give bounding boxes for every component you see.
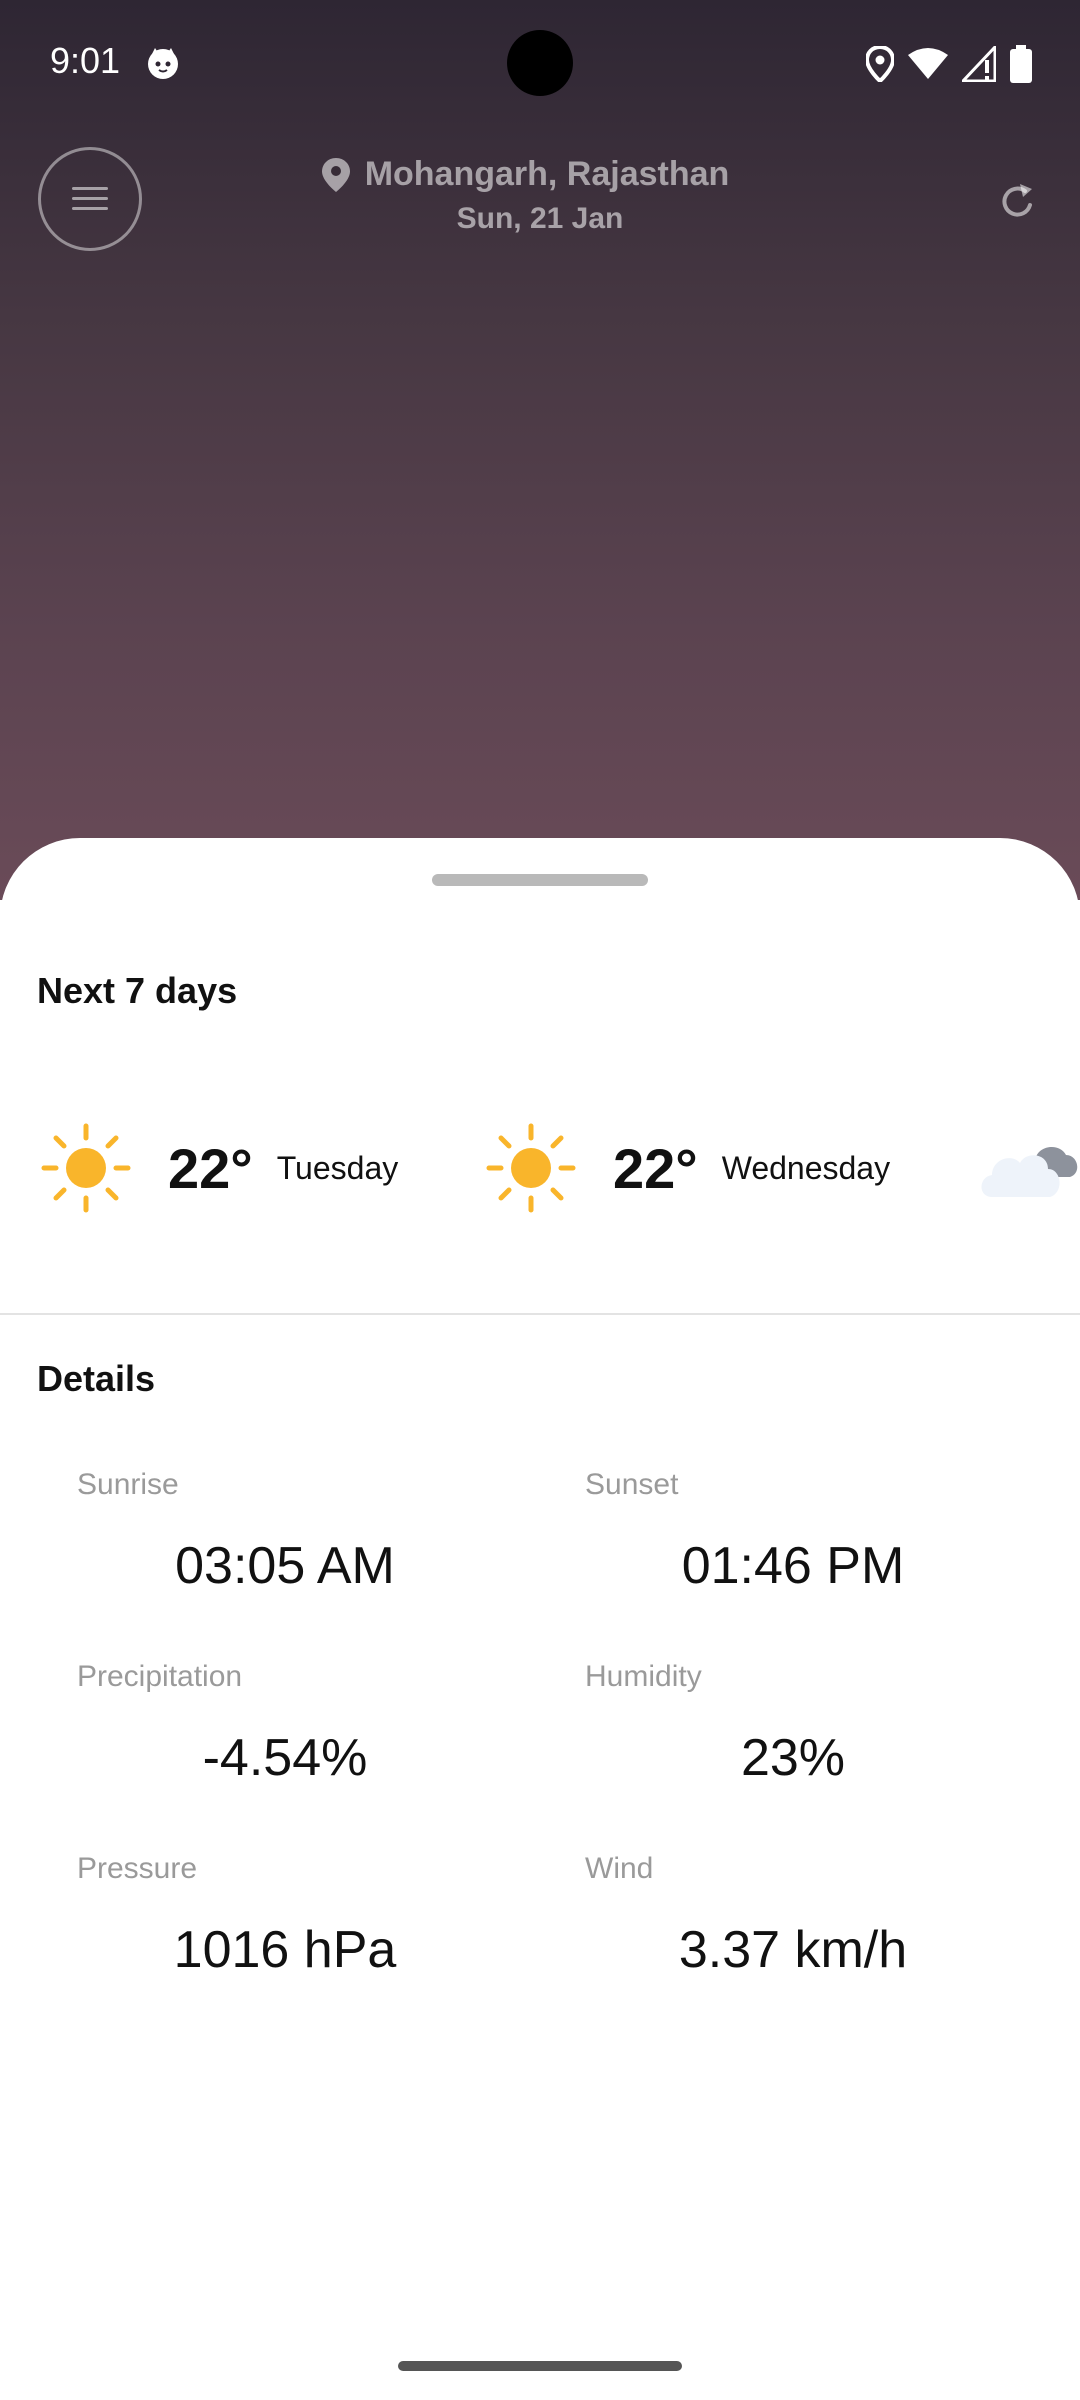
forecast-temp: 22°: [168, 1136, 253, 1200]
precipitation-label: Precipitation: [77, 1660, 243, 1693]
cat-face-icon: [148, 48, 178, 79]
humidity-value: 23%: [740, 1729, 846, 1787]
forecast-day-item[interactable]: 22° Wednesday: [485, 1108, 890, 1228]
forecast-day-name: Tuesday: [276, 1149, 399, 1186]
sunset-value: 01:46 PM: [681, 1537, 905, 1595]
location-header[interactable]: Mohangarh, Rajasthan: [0, 155, 1080, 194]
status-time: 9:01: [50, 40, 121, 81]
precipitation-value: -4.54%: [202, 1729, 368, 1787]
location-name: Mohangarh, Rajasthan: [364, 155, 730, 193]
forecast-list[interactable]: 22° Tuesday 22° Wednesday: [0, 1108, 1080, 1228]
status-icons: [866, 44, 1032, 84]
forecast-day-item[interactable]: 22° Tuesday: [40, 1108, 398, 1228]
camera-cutout: [507, 30, 573, 96]
forecast-day-item[interactable]: [978, 1108, 1080, 1228]
forecast-temp: 22°: [613, 1136, 698, 1200]
location-icon: [866, 46, 894, 82]
sunset-label: Sunset: [585, 1468, 679, 1501]
sun-icon: [486, 1123, 576, 1213]
home-indicator[interactable]: [398, 2361, 682, 2371]
wind-value: 3.37 km/h: [678, 1921, 908, 1979]
forecast-title: Next 7 days: [37, 970, 238, 1011]
drag-handle[interactable]: [432, 874, 648, 886]
wifi-icon: [908, 48, 948, 79]
pressure-label: Pressure: [77, 1852, 198, 1885]
signal-icon: [962, 46, 996, 82]
sun-icon: [41, 1123, 131, 1213]
cloud-icon: [981, 1146, 1078, 1197]
location-pin-icon: [321, 157, 350, 192]
section-divider: [0, 1313, 1080, 1315]
bottom-sheet: Next 7 days 22° Tuesday 22° Wednesday De…: [0, 838, 1080, 2400]
humidity-label: Humidity: [585, 1660, 702, 1693]
sunrise-value: 03:05 AM: [175, 1537, 395, 1595]
hero-background: [0, 0, 1080, 900]
current-date: Sun, 21 Jan: [456, 202, 624, 235]
status-bar: 9:01: [0, 0, 1080, 130]
battery-icon: [1010, 45, 1032, 83]
sunrise-label: Sunrise: [77, 1468, 179, 1501]
forecast-day-name: Wednesday: [721, 1149, 891, 1186]
wind-label: Wind: [585, 1852, 654, 1885]
pressure-value: 1016 hPa: [173, 1921, 397, 1979]
refresh-icon[interactable]: [996, 180, 1040, 224]
details-title: Details: [37, 1358, 156, 1399]
